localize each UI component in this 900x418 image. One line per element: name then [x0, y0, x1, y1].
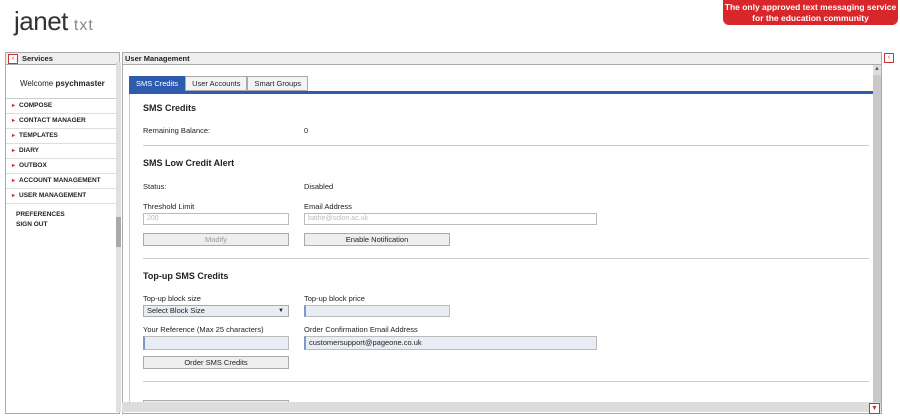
- modify-button[interactable]: Modify: [143, 233, 289, 246]
- banner-line1: The only approved text messaging service: [724, 2, 897, 12]
- sidebar-item-user-management[interactable]: ▸ USER MANAGEMENT: [6, 189, 119, 204]
- remaining-balance-label: Remaining Balance:: [143, 126, 211, 135]
- tab-user-accounts[interactable]: User Accounts: [185, 76, 248, 91]
- enable-notification-button[interactable]: Enable Notification: [304, 233, 450, 246]
- sidebar-splitter[interactable]: [116, 62, 121, 412]
- sign-out-link[interactable]: SIGN OUT: [6, 220, 119, 230]
- caret-right-icon: ▸: [12, 163, 16, 169]
- preferences-link[interactable]: PREFERENCES: [6, 210, 119, 220]
- reference-label: Your Reference (Max 25 characters): [143, 325, 264, 334]
- sidebar-item-label: TEMPLATES: [19, 132, 58, 139]
- block-size-label: Top-up block size: [143, 294, 201, 303]
- sidebar-item-compose[interactable]: ▸ COMPOSE: [6, 99, 119, 114]
- remaining-balance-value: 0: [304, 126, 309, 135]
- scroll-up-icon[interactable]: ▲: [873, 65, 881, 73]
- sidebar-item-label: DIARY: [19, 147, 39, 154]
- caret-right-icon: ▸: [12, 178, 16, 184]
- threshold-limit-label: Threshold Limit: [143, 202, 195, 211]
- sidebar-item-label: CONTACT MANAGER: [19, 117, 86, 124]
- tab-sms-credits[interactable]: SMS Credits: [129, 76, 186, 91]
- divider: [143, 145, 869, 146]
- welcome-prefix: Welcome: [20, 79, 54, 88]
- expand-down-icon[interactable]: ▼: [869, 403, 880, 414]
- splitter-handle[interactable]: [116, 217, 121, 247]
- tagline-banner: The only approved text messaging service…: [723, 0, 898, 25]
- services-sidebar: Services ‹ Welcome psychmaster ▸ COMPOSE …: [5, 52, 120, 414]
- sidebar-item-label: USER MANAGEMENT: [19, 192, 87, 199]
- divider: [143, 258, 869, 259]
- status-value: Disabled: [304, 182, 334, 191]
- caret-right-icon: ▸: [12, 103, 16, 109]
- panel-title: User Management: [125, 54, 190, 63]
- dropdown-arrow-icon: ▼: [278, 308, 284, 314]
- logo-sub: txt: [73, 17, 94, 34]
- topup-heading: Top-up SMS Credits: [143, 271, 229, 281]
- block-size-select[interactable]: Select Block Size ▼: [143, 305, 289, 317]
- sidebar-item-label: OUTBOX: [19, 162, 47, 169]
- tab-smart-groups[interactable]: Smart Groups: [247, 76, 309, 91]
- sms-credits-heading: SMS Credits: [143, 103, 197, 113]
- sidebar-item-outbox[interactable]: ▸ OUTBOX: [6, 159, 119, 174]
- logo-main: janet: [14, 6, 68, 36]
- sidebar-title: Services: [22, 54, 53, 63]
- email-address-label: Email Address: [304, 202, 352, 211]
- welcome-message: Welcome psychmaster: [6, 65, 119, 99]
- sidebar-item-label: ACCOUNT MANAGEMENT: [19, 177, 101, 184]
- caret-right-icon: ▸: [12, 118, 16, 124]
- sidebar-item-contact-manager[interactable]: ▸ CONTACT MANAGER: [6, 114, 119, 129]
- sidebar-item-account-management[interactable]: ▸ ACCOUNT MANAGEMENT: [6, 174, 119, 189]
- sidebar-item-label: COMPOSE: [19, 102, 53, 109]
- panel-header: User Management: [123, 53, 881, 65]
- email-address-input[interactable]: bathe@solon.ac.uk: [304, 213, 597, 225]
- caret-right-icon: ▸: [12, 133, 16, 139]
- divider: [143, 381, 869, 382]
- caret-right-icon: ▸: [12, 148, 16, 154]
- sidebar-item-diary[interactable]: ▸ DIARY: [6, 144, 119, 159]
- reference-input[interactable]: [143, 336, 289, 350]
- low-credit-alert-heading: SMS Low Credit Alert: [143, 158, 235, 168]
- sidebar-item-templates[interactable]: ▸ TEMPLATES: [6, 129, 119, 144]
- status-label: Status:: [143, 182, 167, 191]
- block-size-value: Select Block Size: [147, 306, 205, 315]
- user-management-panel: User Management SMS Credits User Accounts…: [122, 52, 882, 414]
- collapse-right-icon[interactable]: ‹: [884, 53, 894, 63]
- block-price-label: Top-up block price: [304, 294, 365, 303]
- collapse-left-icon[interactable]: ‹: [8, 54, 18, 64]
- banner-line2: for the education community: [752, 12, 869, 23]
- caret-right-icon: ▸: [12, 193, 16, 199]
- scroll-thumb[interactable]: [873, 75, 881, 405]
- confirm-email-label: Order Confirmation Email Address: [304, 325, 418, 334]
- janet-txt-logo: janet txt: [14, 6, 94, 37]
- tab-content: SMS Credits Remaining Balance: 0 SMS Low…: [129, 94, 874, 412]
- username: psychmaster: [55, 79, 105, 88]
- confirm-email-input[interactable]: customersupport@pageone.co.uk: [304, 336, 597, 350]
- threshold-limit-input[interactable]: 200: [143, 213, 289, 225]
- block-price-field: [304, 305, 450, 317]
- tab-bar: SMS Credits User Accounts Smart Groups: [129, 76, 309, 91]
- order-sms-credits-button[interactable]: Order SMS Credits: [143, 356, 289, 369]
- horizontal-scrollbar[interactable]: [122, 402, 880, 412]
- sidebar-header: Services: [6, 53, 119, 65]
- vertical-scrollbar[interactable]: ▲: [873, 65, 881, 412]
